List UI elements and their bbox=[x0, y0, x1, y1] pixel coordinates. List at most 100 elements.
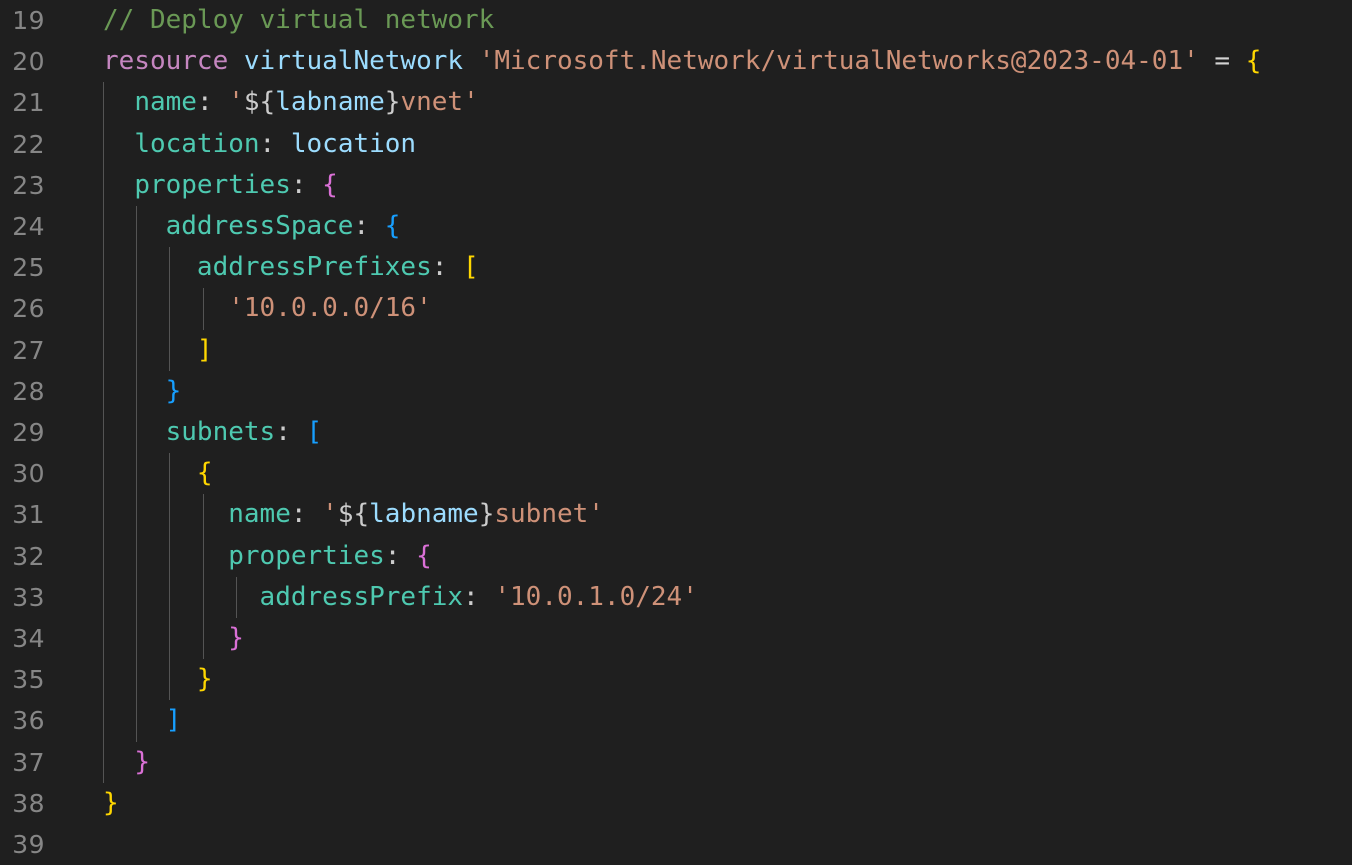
line-number: 21 bbox=[12, 88, 45, 118]
code-token: subnets bbox=[165, 417, 276, 447]
code-token: resource bbox=[103, 46, 229, 77]
line-content[interactable]: } bbox=[103, 371, 182, 412]
code-token: { bbox=[196, 458, 213, 489]
line-number: 34 bbox=[12, 624, 45, 653]
line-number: 32 bbox=[12, 541, 45, 571]
line-content[interactable]: } bbox=[103, 618, 244, 659]
line-content[interactable]: addressPrefix: '10.0.1.0/24' bbox=[103, 577, 698, 618]
code-token: { bbox=[416, 540, 432, 571]
code-token: addressSpace bbox=[165, 211, 354, 241]
code-token: { bbox=[384, 211, 401, 241]
code-token: { bbox=[1245, 46, 1262, 77]
code-editor[interactable]: 19 // Deploy virtual network 20 resource vi… bbox=[0, 0, 1352, 860]
code-token: { bbox=[322, 169, 338, 200]
line-content[interactable]: name: '${labname}subnet' bbox=[103, 494, 604, 535]
code-line[interactable]: 35 } bbox=[0, 659, 1352, 700]
line-content[interactable]: ] bbox=[103, 330, 213, 371]
line-number: 28 bbox=[12, 376, 45, 406]
code-token: : bbox=[353, 211, 370, 241]
line-number: 37 bbox=[12, 747, 45, 777]
code-line[interactable]: 28 } bbox=[0, 371, 1352, 412]
code-line[interactable]: 24 addressSpace: { bbox=[0, 206, 1352, 247]
code-token: 'Microsoft.Network/virtualNetworks@2023-… bbox=[478, 46, 1199, 77]
code-line[interactable]: 39 bbox=[0, 824, 1352, 865]
code-token: } bbox=[384, 87, 401, 118]
code-line[interactable]: 31 name: '${labname}subnet' bbox=[0, 494, 1352, 535]
line-number: 36 bbox=[12, 706, 45, 736]
line-content[interactable]: properties: { bbox=[103, 165, 338, 206]
code-token: name bbox=[228, 499, 291, 530]
line-number: 22 bbox=[12, 129, 45, 159]
code-token: properties bbox=[134, 169, 291, 200]
code-token: : bbox=[431, 252, 448, 283]
code-line[interactable]: 27 ] bbox=[0, 330, 1352, 371]
line-content[interactable]: } bbox=[103, 742, 150, 783]
code-line[interactable]: 29 subnets: [ bbox=[0, 412, 1352, 453]
code-token: } bbox=[165, 375, 182, 406]
code-line[interactable]: 25 addressPrefixes: [ bbox=[0, 247, 1352, 288]
line-content[interactable]: subnets: [ bbox=[103, 412, 323, 453]
line-number: 27 bbox=[12, 335, 45, 365]
line-content[interactable]: '10.0.0.0/16' bbox=[103, 288, 432, 329]
code-token: : bbox=[259, 128, 276, 159]
code-token: } bbox=[103, 787, 119, 818]
line-content[interactable]: { bbox=[103, 453, 213, 494]
code-line[interactable]: 36 ] bbox=[0, 700, 1352, 741]
line-content[interactable]: properties: { bbox=[103, 536, 432, 577]
line-content[interactable]: } bbox=[103, 783, 119, 824]
line-content[interactable]: } bbox=[103, 659, 213, 700]
code-token: : bbox=[196, 87, 213, 118]
code-token: vnet' bbox=[400, 87, 479, 118]
code-line[interactable]: 23 properties: { bbox=[0, 165, 1352, 206]
line-number: 39 bbox=[12, 830, 45, 859]
line-number: 38 bbox=[12, 788, 45, 818]
line-content[interactable]: resource virtualNetwork 'Microsoft.Netwo… bbox=[103, 41, 1261, 82]
code-token: : bbox=[290, 499, 307, 530]
code-line[interactable]: 22 location: location bbox=[0, 124, 1352, 165]
line-content[interactable]: ] bbox=[103, 700, 182, 741]
line-content[interactable]: location: location bbox=[103, 124, 416, 165]
code-line[interactable]: 30 { bbox=[0, 453, 1352, 494]
line-number: 26 bbox=[12, 294, 45, 324]
code-line[interactable]: 19 // Deploy virtual network bbox=[0, 0, 1352, 41]
code-line[interactable]: 38} bbox=[0, 783, 1352, 824]
code-line[interactable]: 32 properties: { bbox=[0, 536, 1352, 577]
code-token: : bbox=[384, 540, 401, 571]
code-token: : bbox=[463, 581, 479, 612]
code-line[interactable]: 33 addressPrefix: '10.0.1.0/24' bbox=[0, 577, 1352, 618]
line-content[interactable]: // Deploy virtual network bbox=[103, 0, 494, 41]
code-token: = bbox=[1214, 46, 1231, 77]
code-line[interactable]: 37 } bbox=[0, 742, 1352, 783]
line-content[interactable]: name: '${labname}vnet' bbox=[103, 82, 479, 123]
code-line[interactable]: 26 '10.0.0.0/16' bbox=[0, 288, 1352, 329]
code-line[interactable]: 20 resource virtualNetwork 'Microsoft.Net… bbox=[0, 41, 1352, 82]
line-content[interactable]: addressSpace: { bbox=[103, 206, 401, 247]
code-line[interactable]: 21 name: '${labname}vnet' bbox=[0, 82, 1352, 123]
line-content[interactable]: addressPrefixes: [ bbox=[103, 247, 479, 288]
line-number: 24 bbox=[12, 212, 45, 241]
line-number: 20 bbox=[12, 47, 45, 77]
code-token: subnet' bbox=[494, 499, 604, 530]
code-line[interactable]: 34 } bbox=[0, 618, 1352, 659]
